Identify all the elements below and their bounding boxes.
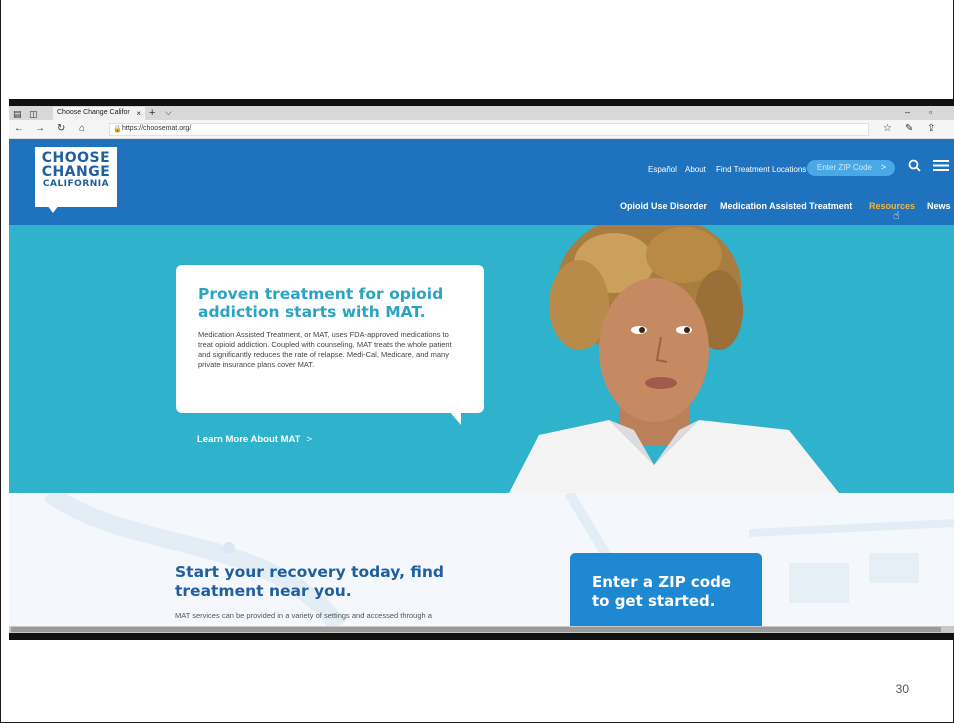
logo-line-3: CALIFORNIA (42, 179, 110, 189)
pen-icon[interactable]: ✎ (905, 123, 913, 134)
logo-speech-tail (47, 205, 59, 213)
favorites-star-icon[interactable]: ☆ (883, 123, 892, 134)
url-field[interactable]: 🔒 https://choosemat.org/ (109, 123, 869, 136)
tab-list-chevron-icon[interactable]: ⌵ (165, 107, 172, 118)
zip-submit-arrow-icon[interactable]: > (881, 162, 886, 172)
find-treatment-section: Start your recovery today, find treatmen… (9, 493, 954, 626)
refresh-icon[interactable]: ↻ (57, 123, 65, 134)
hero-woman-photo (509, 225, 839, 493)
find-treatment-body: MAT services can be provided in a variet… (175, 611, 432, 620)
choose-change-california-logo[interactable]: CHOOSE CHANGE CALIFORNIA (35, 147, 117, 207)
zip-placeholder: Enter ZIP Code (817, 163, 872, 172)
home-icon[interactable]: ⌂ (79, 123, 85, 134)
tab-actions-icon[interactable]: ▤ (13, 109, 22, 120)
scrollbar-thumb[interactable] (11, 627, 941, 632)
zip-code-input[interactable]: Enter ZIP Code > (807, 160, 895, 176)
tab-preview-icon[interactable]: ◫ (29, 109, 38, 120)
nav-espanol-link[interactable]: Español (648, 165, 677, 174)
hero-title: Proven treatment for opioid addiction st… (198, 285, 444, 321)
find-treatment-title: Start your recovery today, find treatmen… (175, 563, 445, 600)
hamburger-menu-icon[interactable] (933, 159, 949, 175)
horizontal-scrollbar[interactable] (9, 626, 954, 633)
browser-tab-bar: ▤ ◫ Choose Change Califor × + ⌵ – ▫ (9, 99, 954, 120)
share-icon[interactable]: ⇪ (927, 123, 935, 134)
browser-tab[interactable]: Choose Change Califor × (53, 107, 145, 120)
new-tab-button[interactable]: + (149, 107, 155, 119)
forward-arrow-icon[interactable]: → (35, 123, 45, 134)
logo-line-2: CHANGE (41, 164, 111, 180)
nav-medication-assisted-treatment[interactable]: Medication Assisted Treatment (720, 201, 852, 211)
hero-message-card: Proven treatment for opioid addiction st… (176, 265, 484, 413)
nav-about-link[interactable]: About (685, 165, 706, 174)
site-header: CHOOSE CHANGE CALIFORNIA Español About F… (9, 139, 954, 225)
search-icon[interactable] (908, 159, 921, 175)
map-background-graphic (43, 493, 954, 626)
browser-address-bar: ← → ↻ ⌂ 🔒 https://choosemat.org/ ☆ ✎ ⇪ (9, 120, 954, 139)
logo-line-1: CHOOSE (41, 150, 111, 166)
tab-title: Choose Change Califor (57, 109, 130, 116)
tab-close-icon[interactable]: × (136, 109, 141, 118)
learn-more-about-mat-link[interactable]: Learn More About MAT > (197, 434, 312, 445)
nav-news[interactable]: News (927, 201, 951, 211)
hero-card-speech-tail (449, 411, 461, 425)
hero-body: Medication Assisted Treatment, or MAT, u… (198, 330, 452, 369)
learn-more-label: Learn More About MAT (197, 434, 301, 445)
tab-bar-top-strip (9, 99, 954, 106)
screen-recording-frame: ▤ ◫ Choose Change Califor × + ⌵ – ▫ ← → … (9, 99, 954, 640)
zip-card-title: Enter a ZIP code to get started. (592, 573, 732, 610)
maximize-button[interactable]: ▫ (929, 107, 932, 117)
back-arrow-icon[interactable]: ← (14, 123, 24, 134)
lock-icon: 🔒 (113, 126, 122, 133)
minimize-button[interactable]: – (905, 107, 910, 117)
hand-cursor-icon: ☝ (893, 210, 900, 222)
presentation-slide: ▤ ◫ Choose Change Califor × + ⌵ – ▫ ← → … (0, 0, 954, 723)
zip-code-card[interactable]: Enter a ZIP code to get started. (570, 553, 762, 626)
chevron-right-icon: > (306, 434, 313, 445)
hero-section: Proven treatment for opioid addiction st… (9, 225, 954, 493)
nav-find-treatment-link[interactable]: Find Treatment Locations (716, 165, 806, 174)
url-text: https://choosemat.org/ (122, 125, 192, 132)
nav-opioid-use-disorder[interactable]: Opioid Use Disorder (620, 201, 707, 211)
slide-number: 30 (895, 682, 909, 696)
